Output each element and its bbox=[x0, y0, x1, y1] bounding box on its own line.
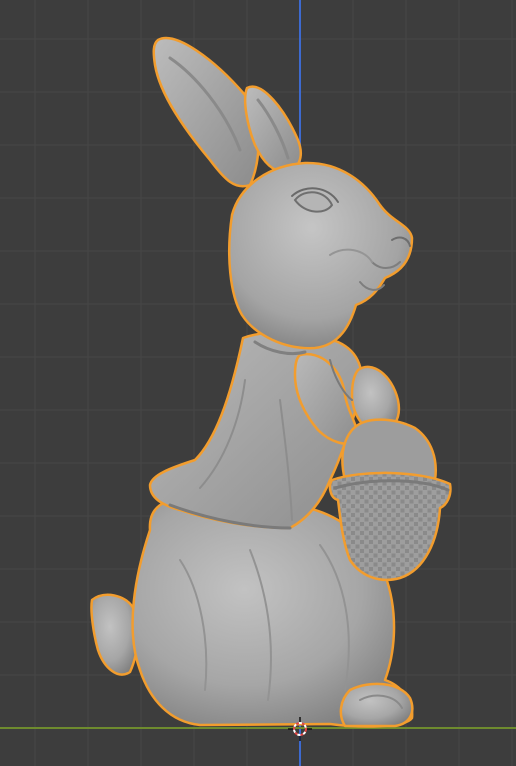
bunny-silhouette bbox=[90, 36, 452, 728]
foot bbox=[339, 682, 414, 728]
left-ear bbox=[152, 36, 260, 188]
basket-eggs bbox=[341, 418, 437, 482]
head bbox=[228, 161, 414, 350]
3d-viewport[interactable] bbox=[0, 0, 516, 766]
3d-cursor-icon[interactable] bbox=[288, 717, 312, 741]
tail bbox=[90, 593, 140, 676]
bunny-model[interactable] bbox=[0, 0, 516, 766]
